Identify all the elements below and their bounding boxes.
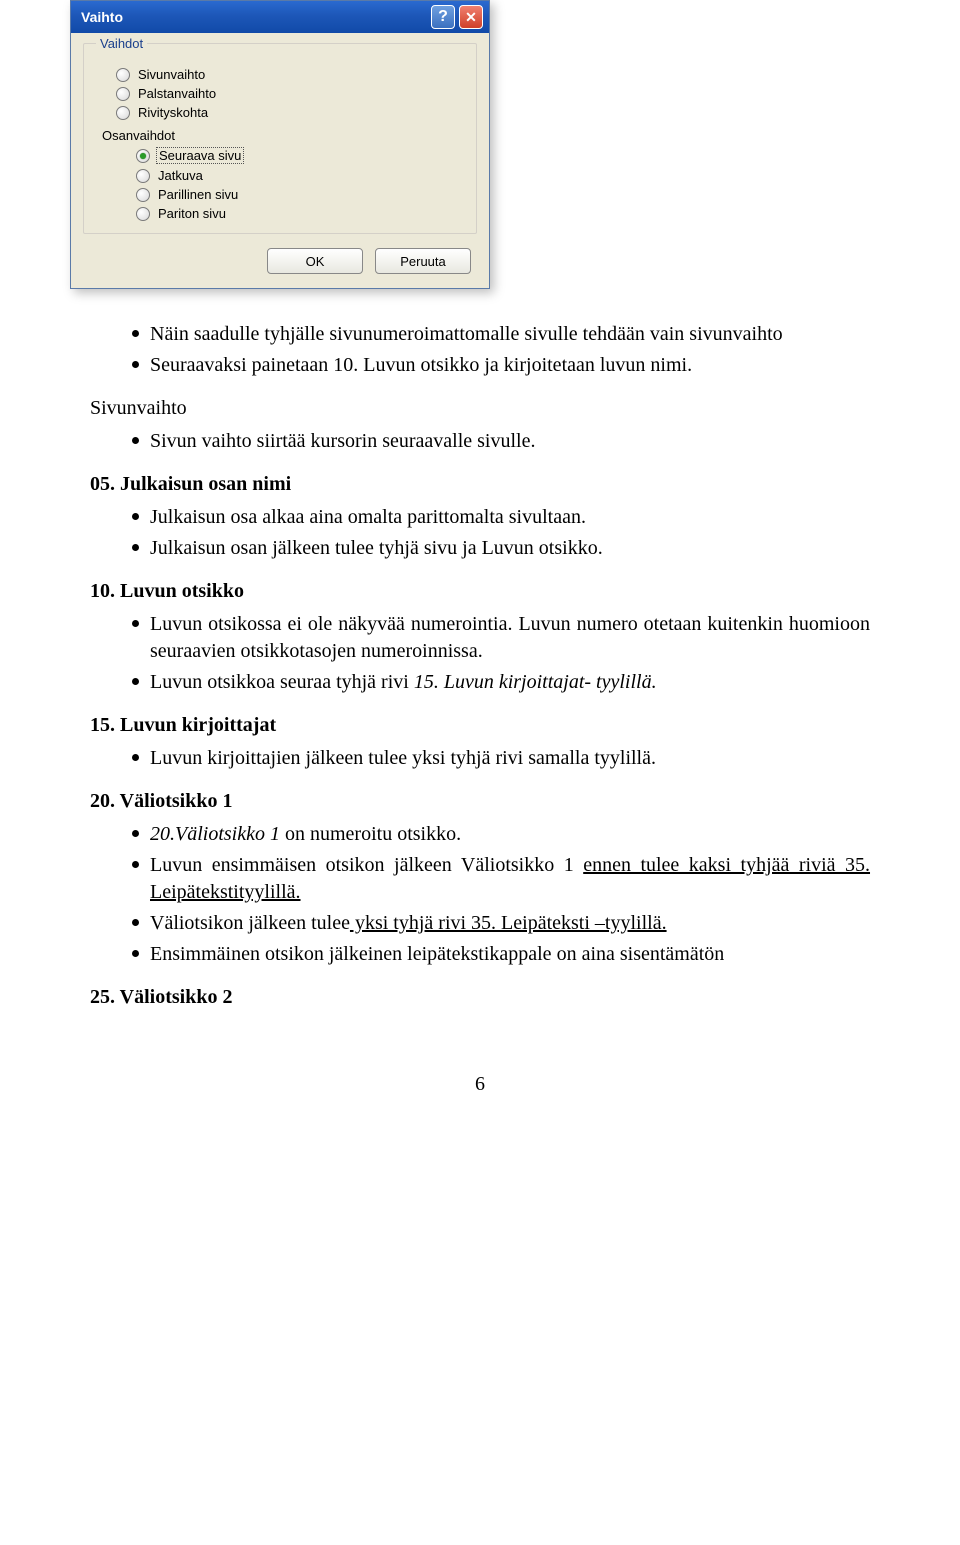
- text: Luvun ensimmäisen otsikon jälkeen Väliot…: [150, 854, 583, 876]
- heading-25: 25. Väliotsikko 2: [90, 984, 870, 1011]
- radio-rivityskohta[interactable]: Rivityskohta: [96, 103, 464, 122]
- fieldset-vaihdot: Vaihdot Sivunvaihto Palstanvaihto Rivity…: [83, 43, 477, 234]
- list-item: Luvun otsikossa ei ole näkyvää numeroint…: [132, 609, 870, 667]
- help-button[interactable]: ?: [431, 5, 455, 29]
- subhead-osanvaihdot: Osanvaihdot: [96, 122, 464, 145]
- radio-icon: [136, 207, 150, 221]
- radio-parillinen-sivu[interactable]: Parillinen sivu: [96, 185, 464, 204]
- bullet-list: Julkaisun osa alkaa aina omalta parittom…: [90, 502, 870, 564]
- radio-icon: [136, 149, 150, 163]
- list-item: Luvun ensimmäisen otsikon jälkeen Väliot…: [132, 850, 870, 908]
- radio-jatkuva[interactable]: Jatkuva: [96, 166, 464, 185]
- radio-label: Jatkuva: [156, 168, 205, 183]
- list-item: Ensimmäinen otsikon jälkeinen leipätekst…: [132, 939, 870, 970]
- list-item: Väliotsikon jälkeen tulee yksi tyhjä riv…: [132, 908, 870, 939]
- list-item: Julkaisun osan jälkeen tulee tyhjä sivu …: [132, 533, 870, 564]
- list-item: Sivun vaihto siirtää kursorin seuraavall…: [132, 426, 870, 457]
- page-number: 6: [90, 1071, 870, 1098]
- dialog-vaihto: Vaihto ? ✕ Vaihdot Sivunvaihto Palstanva…: [70, 0, 490, 289]
- radio-icon: [116, 87, 130, 101]
- heading-20: 20. Väliotsikko 1: [90, 788, 870, 815]
- ok-button[interactable]: OK: [267, 248, 363, 274]
- radio-icon: [116, 68, 130, 82]
- dialog-title: Vaihto: [81, 9, 427, 25]
- heading-10: 10. Luvun otsikko: [90, 578, 870, 605]
- radio-pariton-sivu[interactable]: Pariton sivu: [96, 204, 464, 223]
- radio-label: Rivityskohta: [136, 105, 210, 120]
- radio-sivunvaihto[interactable]: Sivunvaihto: [96, 65, 464, 84]
- text: on numeroitu otsikko.: [280, 823, 461, 845]
- text: Väliotsikon jälkeen tulee: [150, 912, 350, 934]
- fieldset-legend: Vaihdot: [96, 36, 147, 51]
- heading-15: 15. Luvun kirjoittajat: [90, 712, 870, 739]
- radio-label: Palstanvaihto: [136, 86, 218, 101]
- radio-seuraava-sivu[interactable]: Seuraava sivu: [96, 145, 464, 166]
- list-item: 20.Väliotsikko 1 on numeroitu otsikko.: [132, 819, 870, 850]
- list-item: Näin saadulle tyhjälle sivunumeroimattom…: [132, 319, 870, 350]
- radio-label: Sivunvaihto: [136, 67, 207, 82]
- bullet-list: Näin saadulle tyhjälle sivunumeroimattom…: [90, 319, 870, 381]
- radio-label: Pariton sivu: [156, 206, 228, 221]
- bullet-list: Luvun otsikossa ei ole näkyvää numeroint…: [90, 609, 870, 698]
- radio-icon: [136, 188, 150, 202]
- heading-sivunvaihto: Sivunvaihto: [90, 395, 870, 422]
- heading-05: 05. Julkaisun osan nimi: [90, 471, 870, 498]
- bullet-list: Luvun kirjoittajien jälkeen tulee yksi t…: [90, 743, 870, 774]
- radio-label: Parillinen sivu: [156, 187, 240, 202]
- radio-palstanvaihto[interactable]: Palstanvaihto: [96, 84, 464, 103]
- document-body: Näin saadulle tyhjälle sivunumeroimattom…: [90, 319, 870, 1098]
- dialog-button-row: OK Peruuta: [83, 234, 477, 274]
- bullet-list: 20.Väliotsikko 1 on numeroitu otsikko. L…: [90, 819, 870, 970]
- radio-label: Seuraava sivu: [156, 147, 244, 164]
- list-item: Julkaisun osa alkaa aina omalta parittom…: [132, 502, 870, 533]
- text: Luvun otsikkoa seuraa tyhjä rivi: [150, 671, 414, 693]
- italic-text: 20.Väliotsikko 1: [150, 823, 280, 845]
- list-item: Seuraavaksi painetaan 10. Luvun otsikko …: [132, 350, 870, 381]
- cancel-button[interactable]: Peruuta: [375, 248, 471, 274]
- dialog-body: Vaihdot Sivunvaihto Palstanvaihto Rivity…: [71, 33, 489, 288]
- bullet-list: Sivun vaihto siirtää kursorin seuraavall…: [90, 426, 870, 457]
- dialog-titlebar[interactable]: Vaihto ? ✕: [71, 1, 489, 33]
- radio-icon: [116, 106, 130, 120]
- list-item: Luvun kirjoittajien jälkeen tulee yksi t…: [132, 743, 870, 774]
- italic-text: 15. Luvun kirjoittajat- tyylillä.: [414, 671, 657, 693]
- underline-text: yksi tyhjä rivi 35. Leipäteksti –tyylill…: [350, 912, 667, 934]
- list-item: Luvun otsikkoa seuraa tyhjä rivi 15. Luv…: [132, 667, 870, 698]
- radio-icon: [136, 169, 150, 183]
- close-button[interactable]: ✕: [459, 5, 483, 29]
